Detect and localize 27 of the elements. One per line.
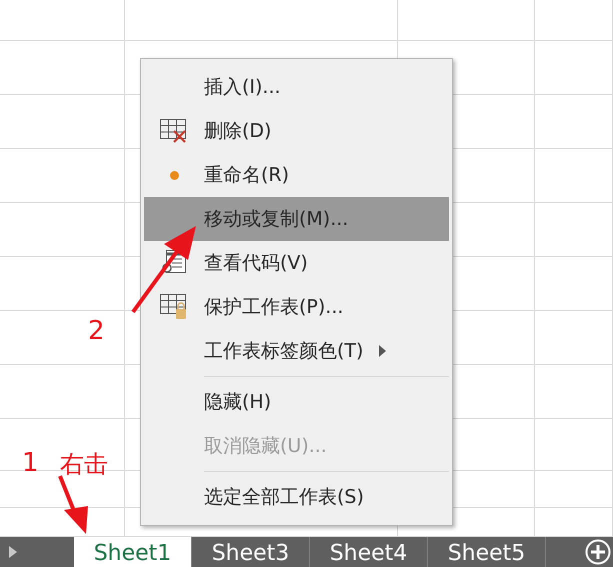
menu-item[interactable]: 选定全部工作表(S)	[144, 475, 449, 519]
menu-item-label: 重命名(R)	[204, 162, 290, 188]
menu-item[interactable]: 保护工作表(P)...	[144, 285, 449, 329]
table-lock-icon	[159, 293, 189, 321]
menu-item[interactable]: 重命名(R)	[144, 153, 449, 197]
menu-item-label: 取消隐藏(U)...	[204, 434, 327, 459]
menu-item-label: 插入(I)...	[204, 74, 281, 100]
menu-item[interactable]: 工作表标签颜色(T)	[144, 329, 449, 373]
menu-item-label: 查看代码(V)	[204, 250, 308, 276]
menu-item[interactable]: 移动或复制(M)...	[144, 197, 449, 241]
arrow	[56, 474, 90, 536]
menu-item-label: 选定全部工作表(S)	[204, 484, 364, 510]
play-icon[interactable]	[8, 545, 18, 559]
menu-item-label: 删除(D)	[204, 118, 272, 144]
sheet-tab[interactable]: Sheet1	[74, 537, 192, 567]
add-sheet-icon[interactable]	[585, 539, 611, 565]
menu-item-label: 工作表标签颜色(T)	[204, 338, 364, 364]
annotation-text: 右击	[60, 449, 108, 480]
menu-item-label: 隐藏(H)	[204, 390, 272, 415]
menu-item-label: 保护工作表(P)...	[204, 294, 344, 320]
menu-item[interactable]: 隐藏(H)	[144, 380, 449, 424]
table-delete-icon	[159, 118, 189, 144]
step-number: 1	[22, 447, 39, 480]
step-number: 2	[88, 315, 105, 348]
menu-item[interactable]: 删除(D)	[144, 109, 449, 153]
menu-item[interactable]: 插入(I)...	[144, 65, 449, 109]
menu-item-label: 移动或复制(M)...	[204, 206, 348, 232]
